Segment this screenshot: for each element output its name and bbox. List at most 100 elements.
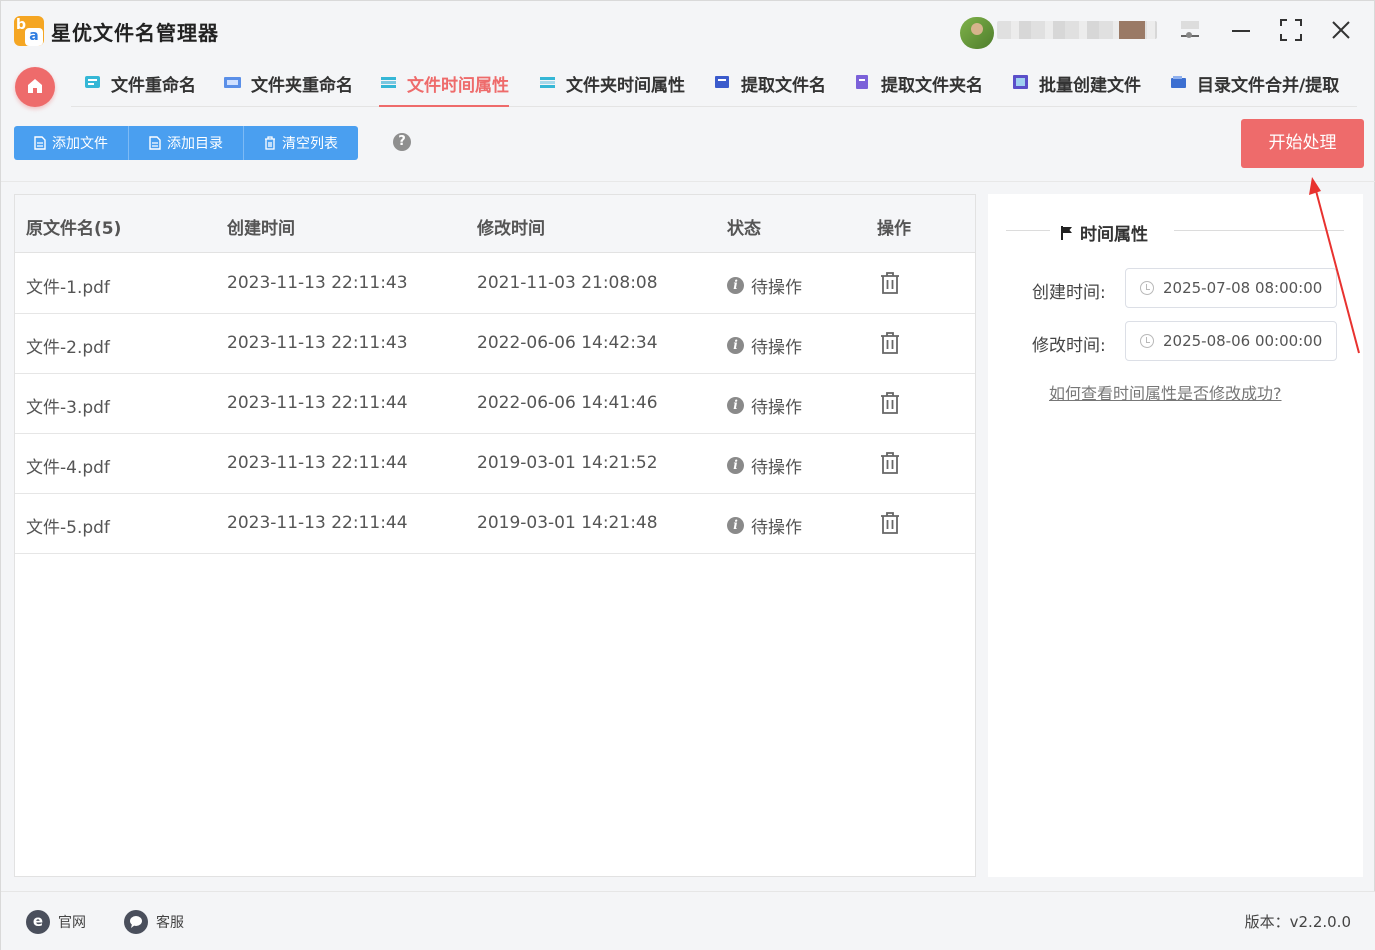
main-nav: 文件重命名 文件夹重命名 文件时间属性 文件夹时间属性 提取文件名 提取文件夹名… [71,63,1357,107]
cell-status: i 待操作 [727,513,802,538]
app-window: b a 星优文件名管理器 文件重命名 文件夹重命名 文件时间属性 文件夹时间属性… [0,0,1375,950]
cell-modified: 2022-06-06 14:41:46 [477,393,658,413]
table-row[interactable]: 文件-2.pdf 2023-11-13 22:11:43 2022-06-06 … [15,314,975,374]
home-icon [28,79,42,93]
modified-time-label: 修改时间: [1032,336,1106,356]
chat-icon [124,910,148,934]
time-attributes-panel: 时间属性 创建时间: 2025-07-08 08:00:00 修改时间: 202… [988,194,1363,877]
folder-time-icon [538,73,558,91]
extract-filename-icon [713,73,733,91]
panel-title: 时间属性 [1060,220,1148,245]
divider [1,181,1375,182]
tab-label: 文件重命名 [111,76,196,96]
file-table: 原文件名(5) 创建时间 修改时间 状态 操作 文件-1.pdf 2023-11… [14,194,976,877]
home-button[interactable] [15,67,55,107]
info-icon: i [727,337,744,354]
flag-icon [1061,225,1072,240]
support-link[interactable]: 客服 [124,910,184,934]
tab-merge-extract[interactable]: 目录文件合并/提取 [1169,71,1339,107]
tab-folder-time[interactable]: 文件夹时间属性 [538,71,685,107]
table-row[interactable]: 文件-4.pdf 2023-11-13 22:11:44 2019-03-01 … [15,434,975,494]
tab-file-rename[interactable]: 文件重命名 [83,71,196,107]
status-text: 待操作 [751,398,802,418]
clear-list-button[interactable]: 清空列表 [244,126,358,160]
user-avatar[interactable] [960,17,994,49]
cell-created: 2023-11-13 22:11:44 [227,513,408,533]
header-filename[interactable]: 原文件名(5) [26,214,121,239]
help-icon[interactable]: ? [393,133,411,151]
tab-batch-create[interactable]: 批量创建文件 [1011,71,1141,107]
minimize-button[interactable] [1226,15,1256,45]
add-directory-button[interactable]: 添加目录 [129,126,244,160]
info-icon: i [727,397,744,414]
app-title: 星优文件名管理器 [51,21,219,45]
cell-created: 2023-11-13 22:11:44 [227,393,408,413]
header-action: 操作 [877,219,911,239]
divider [1174,230,1344,231]
status-text: 待操作 [751,518,802,538]
panel-title-text: 时间属性 [1080,225,1148,245]
delete-row-icon[interactable] [879,511,901,535]
verify-time-help-link[interactable]: 如何查看时间属性是否修改成功? [1049,380,1282,404]
header-status: 状态 [727,219,761,239]
version-label: 版本：v2.2.0.0 [1244,913,1351,931]
menu-icon[interactable] [1175,15,1205,45]
trash-icon [265,136,275,150]
website-link[interactable]: e 官网 [26,910,86,934]
header-created[interactable]: 创建时间 [227,214,295,239]
delete-row-icon[interactable] [879,271,901,295]
cell-created: 2023-11-13 22:11:43 [227,333,408,353]
tab-folder-rename[interactable]: 文件夹重命名 [223,71,353,107]
add-file-label: 添加文件 [52,136,108,152]
created-time-input[interactable]: 2025-07-08 08:00:00 [1125,268,1337,308]
header-modified[interactable]: 修改时间 [477,214,545,239]
website-label: 官网 [58,915,86,931]
info-icon: i [727,457,744,474]
add-file-button[interactable]: 添加文件 [14,126,129,160]
file-time-icon [379,73,399,91]
info-icon: i [727,277,744,294]
footer: e 官网 客服 版本：v2.2.0.0 [1,891,1375,950]
status-text: 待操作 [751,458,802,478]
delete-row-icon[interactable] [879,391,901,415]
cell-created: 2023-11-13 22:11:43 [227,273,408,293]
browser-icon: e [26,910,50,934]
cell-status: i 待操作 [727,273,802,298]
status-text: 待操作 [751,338,802,358]
user-name-blurred[interactable] [997,21,1157,39]
tab-label: 提取文件名 [741,76,826,96]
info-icon: i [727,517,744,534]
cell-modified: 2019-03-01 14:21:52 [477,453,658,473]
cell-modified: 2022-06-06 14:42:34 [477,333,658,353]
tab-label: 文件夹重命名 [251,76,353,96]
tab-extract-foldername[interactable]: 提取文件夹名 [853,71,983,107]
logo-letter-a: a [25,28,43,46]
clear-list-label: 清空列表 [282,136,338,152]
close-button[interactable] [1326,15,1356,45]
divider [1006,230,1050,231]
delete-row-icon[interactable] [879,331,901,355]
modified-time-input[interactable]: 2025-08-06 00:00:00 [1125,321,1337,361]
table-row[interactable]: 文件-1.pdf 2023-11-13 22:11:43 2021-11-03 … [15,254,975,314]
clock-icon [1140,281,1154,295]
maximize-button[interactable] [1276,15,1306,45]
status-text: 待操作 [751,278,802,298]
folder-rename-icon [223,73,243,91]
maximize-icon [1280,19,1302,41]
cell-created: 2023-11-13 22:11:44 [227,453,408,473]
toolbar: 添加文件 添加目录 清空列表 [14,126,358,160]
file-icon [34,136,46,150]
start-processing-button[interactable]: 开始处理 [1241,119,1364,168]
table-row[interactable]: 文件-3.pdf 2023-11-13 22:11:44 2022-06-06 … [15,374,975,434]
tab-extract-filename[interactable]: 提取文件名 [713,71,826,107]
extract-foldername-icon [853,73,873,91]
cell-filename: 文件-3.pdf [26,398,110,418]
tab-label: 文件时间属性 [407,76,509,96]
delete-row-icon[interactable] [879,451,901,475]
tab-file-time[interactable]: 文件时间属性 [379,71,509,107]
table-row[interactable]: 文件-5.pdf 2023-11-13 22:11:44 2019-03-01 … [15,494,975,554]
cell-filename: 文件-4.pdf [26,458,110,478]
batch-create-icon [1011,73,1031,91]
cell-modified: 2019-03-01 14:21:48 [477,513,658,533]
cell-filename: 文件-5.pdf [26,518,110,538]
